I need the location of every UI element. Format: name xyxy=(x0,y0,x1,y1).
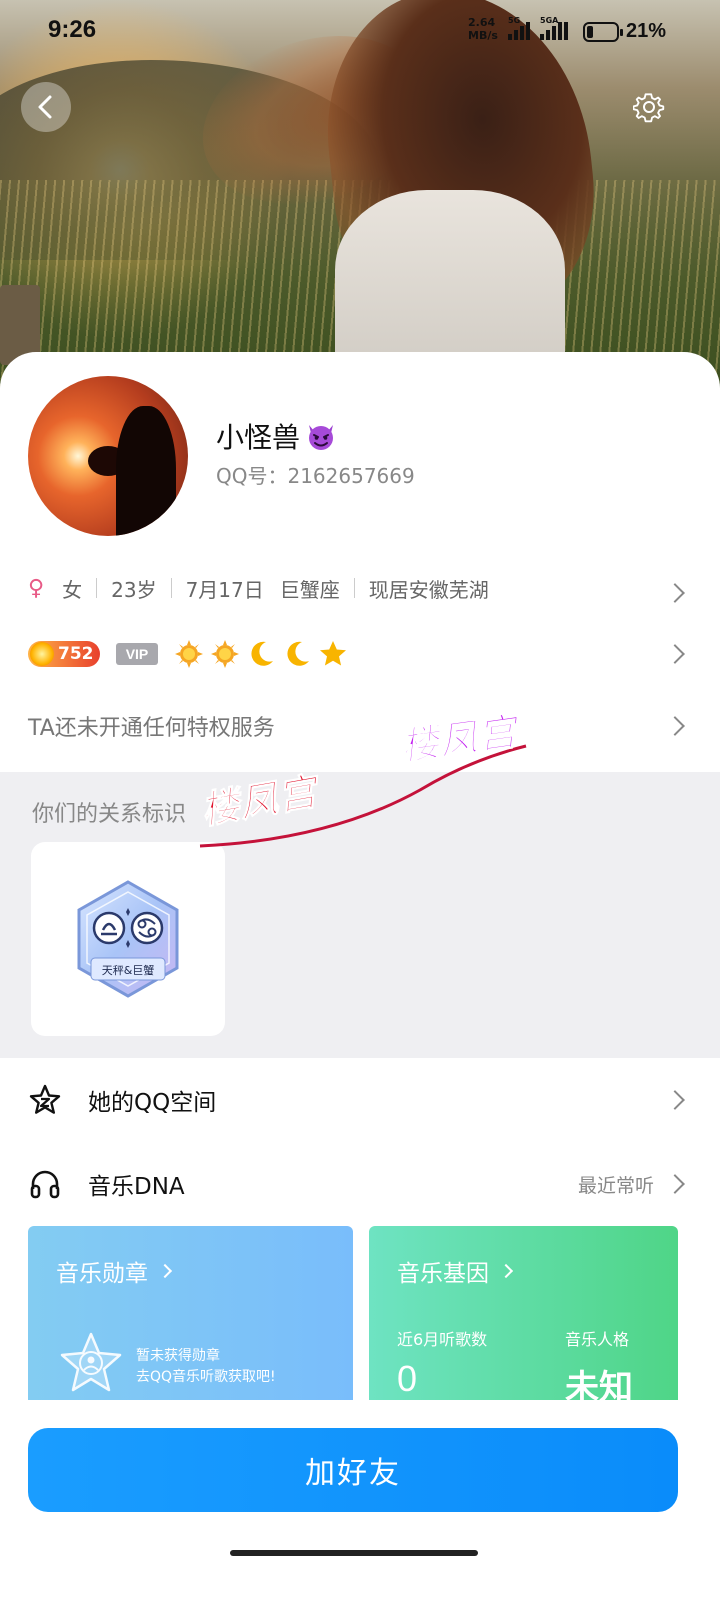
music-medal-line1: 暂未获得勋章 xyxy=(136,1348,220,1364)
chevron-right-icon xyxy=(665,644,685,664)
sun-icon xyxy=(175,640,203,668)
nickname-text: 小怪兽 xyxy=(216,421,301,454)
relationship-badge-card[interactable]: 天秤&巨蟹 xyxy=(31,842,225,1036)
moon-icon xyxy=(287,641,309,666)
nickname: 小怪兽 xyxy=(216,416,338,456)
network-speed-unit: MB/s xyxy=(468,29,498,42)
music-medal-line2: 去QQ音乐听歌获取吧! xyxy=(136,1369,276,1385)
music-medal-title-text: 音乐勋章 xyxy=(56,1261,148,1287)
basic-info-row[interactable]: ♀ 女 23岁 7月17日 巨蟹座 现居安徽芜湖 xyxy=(0,568,720,608)
age-text: 23岁 xyxy=(111,577,157,602)
music-medal-card[interactable]: 音乐勋章 暂未获得勋章 去QQ音乐听歌获取吧! xyxy=(28,1226,353,1400)
chevron-right-icon xyxy=(665,1174,685,1194)
music-medal-hint: 暂未获得勋章 去QQ音乐听歌获取吧! xyxy=(136,1346,276,1388)
gender-text: 女 xyxy=(62,577,83,602)
music-dna-label: 音乐DNA xyxy=(88,1174,185,1200)
medal-star-icon xyxy=(60,1332,122,1392)
music-gene-card[interactable]: 音乐基因 近6月听歌数 音乐人格 0 未知 xyxy=(369,1226,678,1400)
settings-button[interactable] xyxy=(628,86,670,128)
sun-icon xyxy=(211,640,239,668)
status-bar: 9:26 2.64 MB/s 5G 5GA 21% xyxy=(0,0,720,64)
music-dna-row[interactable]: 音乐DNA 最近常听 xyxy=(0,1154,720,1214)
music-gene-title: 音乐基因 xyxy=(397,1254,514,1288)
qq-number: QQ号：2162657669 xyxy=(216,464,415,488)
female-icon: ♀ xyxy=(28,575,45,601)
qq-level-row[interactable]: 752 VIP xyxy=(0,636,720,672)
vip-badge: VIP xyxy=(116,643,158,665)
relationship-title: 你们的关系标识 xyxy=(32,802,187,827)
back-button[interactable] xyxy=(21,82,71,132)
sim2-label: 5GA xyxy=(540,16,559,25)
qzone-label: 她的QQ空间 xyxy=(88,1090,217,1116)
sim1-label: 5G xyxy=(508,16,521,25)
music-medal-title: 音乐勋章 xyxy=(56,1254,173,1288)
battery-level xyxy=(587,26,593,38)
music-persona-label: 音乐人格 xyxy=(565,1330,630,1349)
privilege-row[interactable]: TA还未开通任何特权服务 xyxy=(0,706,720,746)
birthday-text: 7月17日 xyxy=(185,577,264,602)
divider xyxy=(353,578,355,598)
headphones-icon xyxy=(30,1170,60,1199)
signal-icon-sim2: 5GA xyxy=(540,16,568,40)
relationship-badge-label: 天秤&巨蟹 xyxy=(102,963,155,977)
qzone-star-icon xyxy=(29,1084,61,1114)
moon-icon xyxy=(251,641,273,666)
chevron-left-icon xyxy=(38,95,52,119)
avatar[interactable] xyxy=(28,376,188,536)
battery-percent: 21% xyxy=(626,20,667,42)
music-dna-trailing: 最近常听 xyxy=(577,1174,654,1197)
chevron-right-icon xyxy=(665,716,685,736)
home-indicator[interactable] xyxy=(230,1550,478,1556)
star-icon xyxy=(320,641,346,666)
level-badge-value: 752 xyxy=(58,644,94,664)
devil-face-icon xyxy=(309,425,334,450)
chevron-right-icon xyxy=(157,1263,173,1279)
libra-cancer-badge-icon: 天秤&巨蟹 xyxy=(77,880,179,998)
gear-icon xyxy=(633,93,665,123)
add-friend-button[interactable]: 加好友 xyxy=(28,1428,678,1512)
chevron-right-icon xyxy=(665,583,685,603)
music-persona-value: 未知 xyxy=(565,1368,633,1400)
location-text: 现居安徽芜湖 xyxy=(368,577,489,602)
songs-count-value: 0 xyxy=(397,1358,418,1399)
songs-count-label: 近6月听歌数 xyxy=(397,1330,488,1349)
chevron-right-icon xyxy=(665,1090,685,1110)
divider xyxy=(96,578,98,598)
zodiac-text: 巨蟹座 xyxy=(279,577,340,602)
music-gene-title-text: 音乐基因 xyxy=(397,1261,489,1287)
privilege-text: TA还未开通任何特权服务 xyxy=(28,716,275,741)
network-speed: 2.64 MB/s xyxy=(468,16,498,42)
battery-icon xyxy=(583,22,623,42)
network-speed-value: 2.64 xyxy=(468,16,496,29)
divider xyxy=(170,578,172,598)
status-time: 9:26 xyxy=(48,16,97,43)
qzone-row[interactable]: 她的QQ空间 xyxy=(0,1070,720,1130)
level-badge: 752 xyxy=(28,641,100,667)
signal-icon-sim1: 5G xyxy=(508,16,530,40)
chevron-right-icon xyxy=(498,1263,514,1279)
